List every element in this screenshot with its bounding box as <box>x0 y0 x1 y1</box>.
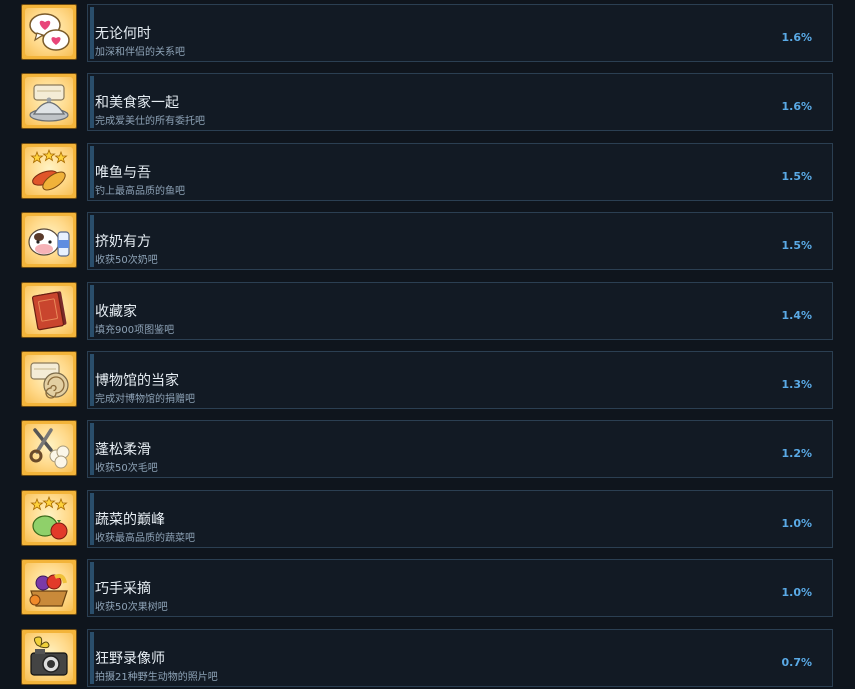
achievement-row: 蓬松柔滑收获50次毛吧 1.2% <box>21 420 833 479</box>
achievement-description: 收获50次毛吧 <box>95 463 158 475</box>
achievement-card: 唯鱼与吾钓上最高品质的鱼吧 1.5% <box>87 142 833 201</box>
achievement-card: 挤奶有方收获50次奶吧 1.5% <box>87 212 833 271</box>
progress-accent-bar <box>90 76 94 129</box>
unlock-percentage: 1.6% <box>781 31 812 44</box>
achievement-title: 博物馆的当家 <box>95 373 179 389</box>
achievement-row: 唯鱼与吾钓上最高品质的鱼吧 1.5% <box>21 142 833 201</box>
unlock-percentage: 1.4% <box>781 308 812 322</box>
progress-accent-bar <box>90 492 94 545</box>
achievement-card: 巧手采摘收获50次果树吧 1.0% <box>87 559 833 618</box>
fruit-basket-icon <box>21 559 77 616</box>
cloche-dish-icon <box>21 73 77 130</box>
achievement-description: 拍摄21种野生动物的照片吧 <box>95 671 218 683</box>
progress-accent-bar <box>90 145 94 198</box>
progress-accent-bar <box>90 354 94 406</box>
achievement-description: 收获最高品质的蔬菜吧 <box>95 532 195 544</box>
achievement-row: 狂野录像师拍摄21种野生动物的照片吧 0.7% <box>21 628 833 687</box>
achievement-title: 狂野录像师 <box>95 650 165 667</box>
achievement-card: 蔬菜的巅峰收获最高品质的蔬菜吧 1.0% <box>87 489 833 548</box>
book-icon <box>21 281 77 338</box>
achievement-list: 无论何时加深和伴侣的关系吧 1.6% 和美食家一起完成爱美仕的所有委托吧 1.6% 唯鱼… <box>0 0 855 689</box>
achievement-row: 博物馆的当家完成对博物馆的捐赠吧 1.3% <box>21 351 833 409</box>
shears-wool-icon <box>21 420 77 477</box>
progress-accent-bar <box>90 7 94 59</box>
hearts-speech-bubbles-icon <box>21 4 77 60</box>
museum-fossil-icon <box>21 351 77 407</box>
achievement-description: 完成对博物馆的捐赠吧 <box>95 394 195 405</box>
achievement-card: 蓬松柔滑收获50次毛吧 1.2% <box>87 420 833 479</box>
achievement-title: 巧手采摘 <box>95 581 151 598</box>
progress-accent-bar <box>90 215 94 268</box>
achievement-title: 唯鱼与吾 <box>95 164 151 181</box>
achievement-description: 钓上最高品质的鱼吧 <box>95 185 185 197</box>
achievement-title: 和美食家一起 <box>95 95 179 112</box>
achievement-card: 和美食家一起完成爱美仕的所有委托吧 1.6% <box>87 73 833 132</box>
achievement-title: 蓬松柔滑 <box>95 442 151 459</box>
cow-milk-bottle-icon <box>21 212 77 269</box>
achievement-description: 完成爱美仕的所有委托吧 <box>95 116 205 128</box>
unlock-percentage: 1.6% <box>781 100 812 114</box>
unlock-percentage: 1.0% <box>781 586 812 600</box>
unlock-percentage: 1.0% <box>781 516 812 530</box>
achievement-description: 加深和伴侣的关系吧 <box>95 47 185 58</box>
golden-fish-stars-icon <box>21 142 77 199</box>
progress-accent-bar <box>90 423 94 476</box>
achievement-card: 狂野录像师拍摄21种野生动物的照片吧 0.7% <box>87 628 833 687</box>
achievement-card: 无论何时加深和伴侣的关系吧 1.6% <box>87 4 833 62</box>
achievement-card: 收藏家填充900项图鉴吧 1.4% <box>87 281 833 340</box>
progress-accent-bar <box>90 562 94 615</box>
unlock-percentage: 1.5% <box>781 239 812 253</box>
achievement-card: 博物馆的当家完成对博物馆的捐赠吧 1.3% <box>87 351 833 409</box>
achievement-row: 挤奶有方收获50次奶吧 1.5% <box>21 212 833 271</box>
achievement-row: 巧手采摘收获50次果树吧 1.0% <box>21 559 833 618</box>
achievement-description: 收获50次果树吧 <box>95 602 168 614</box>
progress-accent-bar <box>90 284 94 337</box>
achievement-row: 收藏家填充900项图鉴吧 1.4% <box>21 281 833 340</box>
achievement-title: 蔬菜的巅峰 <box>95 511 165 528</box>
camera-butterfly-icon <box>21 628 77 685</box>
achievement-row: 和美食家一起完成爱美仕的所有委托吧 1.6% <box>21 73 833 132</box>
achievement-title: 无论何时 <box>95 26 151 42</box>
achievement-title: 挤奶有方 <box>95 234 151 251</box>
unlock-percentage: 1.5% <box>781 169 812 183</box>
unlock-percentage: 1.3% <box>781 378 812 391</box>
progress-accent-bar <box>90 631 94 684</box>
vegetables-stars-icon <box>21 489 77 546</box>
achievement-row: 无论何时加深和伴侣的关系吧 1.6% <box>21 4 833 62</box>
achievement-title: 收藏家 <box>95 303 137 320</box>
achievement-description: 填充900项图鉴吧 <box>95 324 175 336</box>
unlock-percentage: 1.2% <box>781 447 812 461</box>
unlock-percentage: 0.7% <box>781 655 812 669</box>
achievement-row: 蔬菜的巅峰收获最高品质的蔬菜吧 1.0% <box>21 489 833 548</box>
achievement-description: 收获50次奶吧 <box>95 255 158 267</box>
